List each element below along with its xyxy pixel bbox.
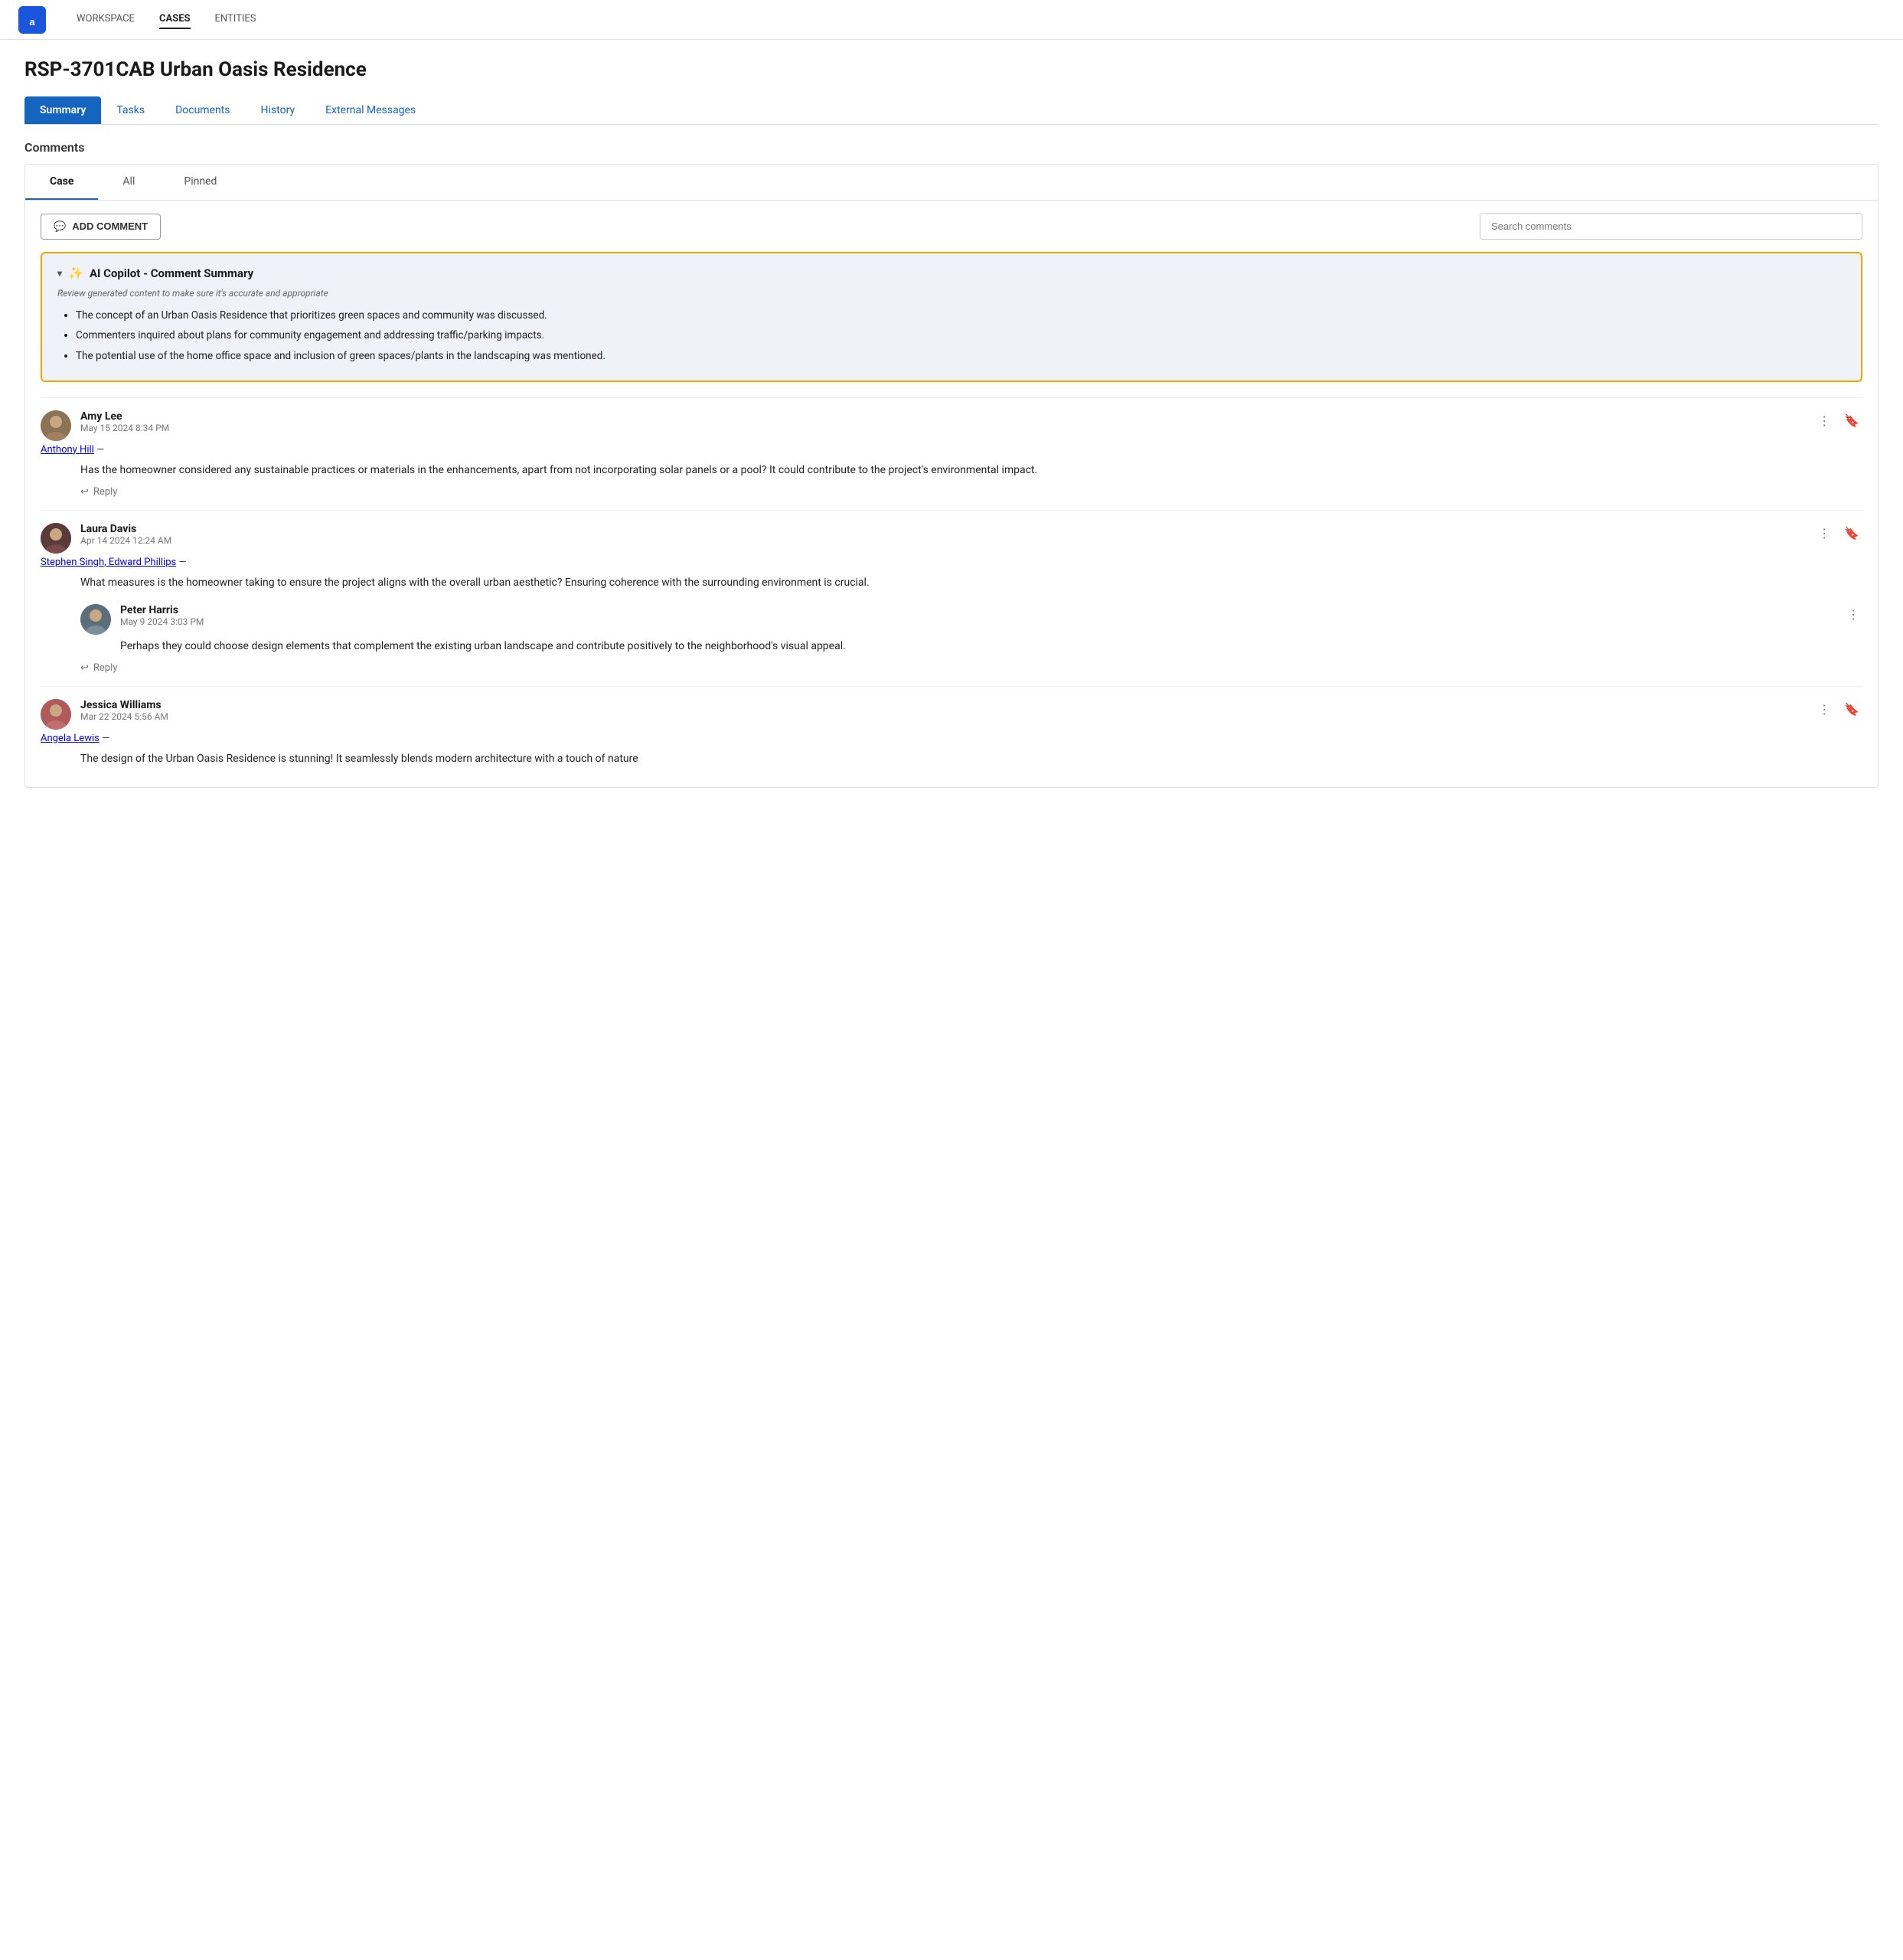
comment-date: May 15 2024 8:34 PM: [80, 423, 169, 433]
appian-logo: a: [18, 6, 46, 34]
ai-disclaimer: Review generated content to make sure it…: [57, 288, 1846, 299]
comment-more-button[interactable]: ⋮: [1844, 604, 1862, 626]
reply-button[interactable]: ↩ Reply: [41, 486, 1862, 498]
mention-link[interactable]: Stephen Singh, Edward Phillips: [41, 557, 176, 568]
comment-meta: Jessica Williams Mar 22 2024 5:56 AM: [80, 699, 168, 722]
comments-section-heading: Comments: [24, 140, 1879, 155]
comment-actions-right: ⋮ 🔖: [1815, 523, 1862, 544]
comment-meta: Amy Lee May 15 2024 8:34 PM: [80, 410, 169, 433]
comment-more-button[interactable]: ⋮: [1815, 523, 1833, 544]
avatar: [80, 604, 111, 635]
comment-author-name: Amy Lee: [80, 410, 169, 423]
comment-actions-right: ⋮: [1844, 604, 1862, 626]
comment-item: Amy Lee May 15 2024 8:34 PM ⋮ 🔖 Anthony …: [41, 397, 1862, 510]
ai-copilot-box: ▾ ✨ AI Copilot - Comment Summary Review …: [41, 252, 1862, 382]
comment-header: Amy Lee May 15 2024 8:34 PM ⋮ 🔖: [41, 410, 1862, 441]
comment-author-name: Laura Davis: [80, 523, 171, 535]
comment-author-section: Laura Davis Apr 14 2024 12:24 AM: [41, 523, 171, 554]
avatar: [41, 523, 71, 554]
comment-text: Perhaps they could choose design element…: [80, 638, 1862, 655]
tab-summary[interactable]: Summary: [24, 96, 101, 124]
nav-workspace[interactable]: WORKSPACE: [77, 10, 135, 29]
comment-header: Laura Davis Apr 14 2024 12:24 AM ⋮ 🔖: [41, 523, 1862, 554]
comment-item: Jessica Williams Mar 22 2024 5:56 AM ⋮ 🔖…: [41, 686, 1862, 787]
ai-copilot-title: AI Copilot - Comment Summary: [90, 266, 253, 280]
comment-bookmark-button[interactable]: 🔖: [1841, 699, 1862, 720]
add-comment-button[interactable]: 💬 ADD COMMENT: [41, 214, 161, 240]
tab-history[interactable]: History: [246, 96, 311, 124]
comment-more-button[interactable]: ⋮: [1815, 699, 1833, 720]
page-content: RSP-3701CAB Urban Oasis Residence Summar…: [0, 40, 1903, 1960]
comment-actions-right: ⋮ 🔖: [1815, 410, 1862, 432]
comment-author-section: Peter Harris May 9 2024 3:03 PM: [80, 604, 204, 635]
svg-text:a: a: [29, 16, 35, 28]
comment-mention: Stephen Singh, Edward Phillips —: [41, 557, 1862, 568]
avatar: [41, 699, 71, 730]
reply-button[interactable]: ↩ Reply: [41, 662, 1862, 674]
nav-items: WORKSPACE CASES ENTITIES: [77, 10, 256, 29]
comment-date: Apr 14 2024 12:24 AM: [80, 535, 171, 546]
comment-meta: Peter Harris May 9 2024 3:03 PM: [120, 604, 204, 627]
comment-text: What measures is the homeowner taking to…: [41, 574, 1862, 591]
comments-panel: Case All Pinned 💬 ADD COMMENT ▾ ✨ AI Cop…: [24, 164, 1879, 788]
nav-cases[interactable]: CASES: [159, 10, 191, 29]
comment-meta: Laura Davis Apr 14 2024 12:24 AM: [80, 523, 171, 546]
ai-bullet-2: Commenters inquired about plans for comm…: [76, 328, 1846, 343]
comment-header: Jessica Williams Mar 22 2024 5:56 AM ⋮ 🔖: [41, 699, 1862, 730]
subtab-all[interactable]: All: [98, 165, 159, 200]
ai-wand-icon: ✨: [68, 266, 83, 280]
comments-toolbar: 💬 ADD COMMENT: [25, 201, 1878, 252]
avatar: [41, 410, 71, 441]
tab-documents[interactable]: Documents: [160, 96, 245, 124]
search-comments-input[interactable]: [1480, 213, 1862, 240]
comments-subtabs: Case All Pinned: [25, 165, 1878, 201]
ai-bullet-1: The concept of an Urban Oasis Residence …: [76, 308, 1846, 323]
comment-mention: Anthony Hill —: [41, 444, 1862, 456]
mention-link[interactable]: Anthony Hill: [41, 444, 94, 456]
comment-more-button[interactable]: ⋮: [1815, 410, 1833, 432]
mention-link[interactable]: Angela Lewis: [41, 733, 100, 744]
ai-bullets: The concept of an Urban Oasis Residence …: [57, 308, 1846, 364]
nav-entities[interactable]: ENTITIES: [215, 10, 256, 29]
nested-reply: Peter Harris May 9 2024 3:03 PM ⋮ Perhap…: [80, 604, 1862, 655]
ai-copilot-header[interactable]: ▾ ✨ AI Copilot - Comment Summary: [57, 266, 1846, 280]
ai-bullet-3: The potential use of the home office spa…: [76, 348, 1846, 364]
reply-icon: ↩: [80, 662, 89, 674]
comment-date: May 9 2024 3:03 PM: [120, 616, 204, 627]
comment-author-name: Jessica Williams: [80, 699, 168, 711]
comment-date: Mar 22 2024 5:56 AM: [80, 711, 168, 722]
tab-tasks[interactable]: Tasks: [101, 96, 160, 124]
comment-author-section: Amy Lee May 15 2024 8:34 PM: [41, 410, 169, 441]
comment-author-name: Peter Harris: [120, 604, 204, 616]
chevron-down-icon: ▾: [57, 268, 62, 279]
comment-text: The design of the Urban Oasis Residence …: [41, 750, 1862, 767]
comment-actions-right: ⋮ 🔖: [1815, 699, 1862, 720]
top-navigation: a WORKSPACE CASES ENTITIES: [0, 0, 1903, 40]
add-comment-label: ADD COMMENT: [72, 220, 148, 232]
comment-bubble-icon: 💬: [54, 220, 66, 233]
reply-icon: ↩: [80, 486, 89, 498]
subtab-pinned[interactable]: Pinned: [159, 165, 241, 200]
comment-bookmark-button[interactable]: 🔖: [1841, 410, 1862, 432]
comment-text: Has the homeowner considered any sustain…: [41, 462, 1862, 479]
tab-external-messages[interactable]: External Messages: [310, 96, 431, 124]
comment-bookmark-button[interactable]: 🔖: [1841, 523, 1862, 544]
comment-item: Laura Davis Apr 14 2024 12:24 AM ⋮ 🔖 Ste…: [41, 510, 1862, 686]
comment-list: Amy Lee May 15 2024 8:34 PM ⋮ 🔖 Anthony …: [25, 397, 1878, 788]
subtab-case[interactable]: Case: [25, 165, 98, 200]
page-title: RSP-3701CAB Urban Oasis Residence: [24, 58, 1879, 81]
comment-author-section: Jessica Williams Mar 22 2024 5:56 AM: [41, 699, 168, 730]
page-tabs: Summary Tasks Documents History External…: [24, 96, 1879, 125]
comment-header: Peter Harris May 9 2024 3:03 PM ⋮: [80, 604, 1862, 635]
comment-mention: Angela Lewis —: [41, 733, 1862, 744]
